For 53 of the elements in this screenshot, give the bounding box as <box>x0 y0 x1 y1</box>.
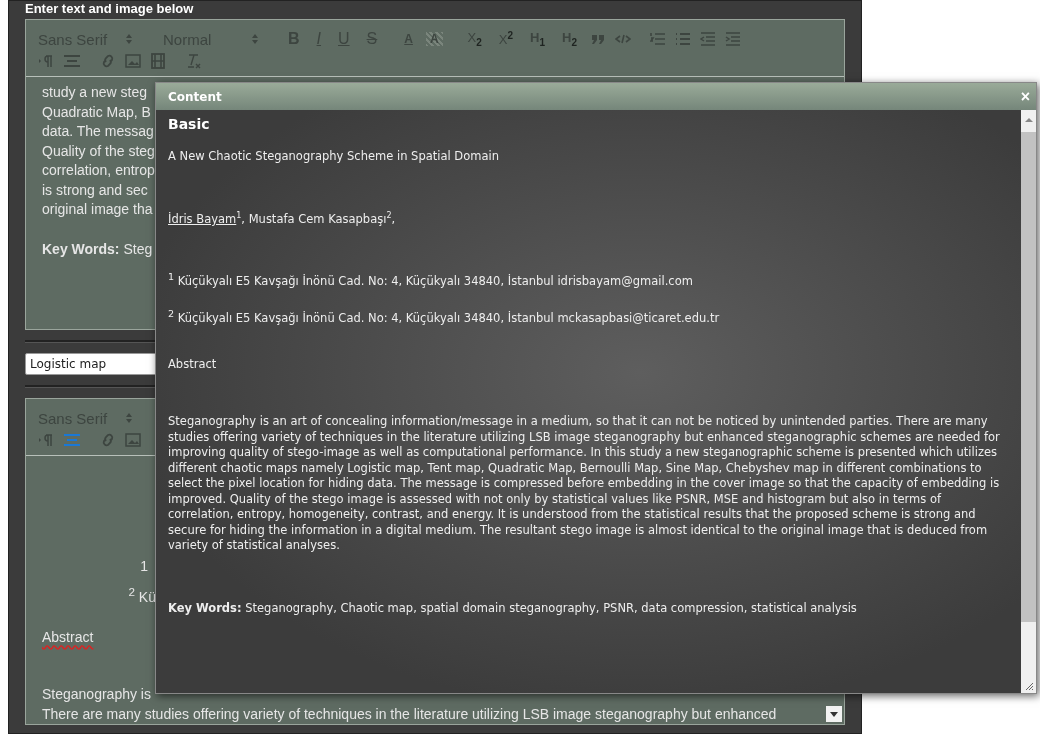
close-button[interactable]: × <box>1020 88 1030 105</box>
misspelled-word: Abstract <box>42 627 95 647</box>
image-icon[interactable] <box>125 54 141 68</box>
align-icon[interactable] <box>63 433 81 447</box>
page-heading: Enter text and image below <box>25 1 195 18</box>
editor-text: data. The messag <box>42 122 155 141</box>
code-icon[interactable] <box>614 33 631 45</box>
affiliation: $^{2}$ Küçükyalı E5 Kavşağı İnönü Cad. No: 4, Küçükyalı 34840, İstanbul mckasapbasi@ticaret.edu.tr <box>168 307 721 327</box>
link-icon[interactable] <box>100 432 116 448</box>
editor-text: 1 <box>139 556 149 576</box>
paper-title: A New Chaotic Steganography Scheme in Spatial Domain <box>168 148 500 164</box>
numbered-list-icon[interactable] <box>649 32 666 46</box>
editor-text: original image tha <box>42 200 154 219</box>
author-link[interactable]: İdris Bayam <box>168 211 237 226</box>
clear-format-icon[interactable] <box>185 53 201 69</box>
outdent-icon[interactable] <box>699 32 716 46</box>
scroll-up-icon[interactable] <box>1023 116 1034 124</box>
editor-text: is strong and sec <box>42 180 149 200</box>
abstract-text: Steganography is an art of concealing information/message in a medium, so that it can not be noticed by unintended parties. There are many studies offering variety of techniques in the literature utilizing LSB image steganography but enhanced steganographic schemes are needed for improving quality of stego-image as well as computational performance. In this study a new steganographic scheme is presented which utilizes different chaotic maps namely Logistic map, Tent map, Quadratic Map, Bernoulli Map, Sine Map, Chebyshev map in different combinations to select the pixel location for hiding data. The message is compressed before embedding in the cover image so that the capacity of embedding is improved. Quality of the stego image is assessed with not only by statistical values like PSNR, MSE and histogram but also in terms of correlation, entropy, homogeneity, contrast, and energy. It is understood from the statistical results that the proposed scheme is strong and secure for hiding the information in a digital medium. The resultant stego image is almost identical to the original image that is deduced from variety of statistical analyses. <box>168 414 1001 554</box>
scrollbar[interactable] <box>1021 110 1036 693</box>
link-icon[interactable] <box>100 53 116 69</box>
scroll-down-icon[interactable] <box>826 706 842 722</box>
quote-icon[interactable] <box>589 33 606 45</box>
editor-text: correlation, entrop <box>42 161 156 180</box>
separator: , <box>241 211 246 226</box>
editor-text: Quality of the steg <box>42 141 156 161</box>
footnote-mark: 2 <box>386 211 392 220</box>
sort-arrows-icon <box>125 33 134 45</box>
indent-icon[interactable] <box>724 32 741 46</box>
abstract-heading: Abstract <box>168 356 218 373</box>
footnote-mark: 1 <box>236 211 242 220</box>
resize-grip-icon[interactable] <box>1024 681 1034 691</box>
separator: , <box>391 211 396 226</box>
film-icon[interactable] <box>150 53 166 69</box>
editor-text: $^{2}$ Kü <box>127 584 156 607</box>
editor-text: Steganography is <box>42 685 152 704</box>
editor-text: Key Words: Steg <box>42 239 154 259</box>
image-icon[interactable] <box>125 433 141 447</box>
keywords-text: Key Words: Steganography, Chaotic map, spatial domain steganography, PSNR, data compression, statistical analysis <box>168 600 858 616</box>
background-tool[interactable]: A <box>425 32 443 46</box>
editor-text: There are many studies offering variety of techniques in the literature utilizing LSB image steganography but enhanced <box>42 704 778 724</box>
editor-text: study a new steg <box>42 83 149 102</box>
align-icon[interactable] <box>63 54 81 68</box>
bullet-list-icon[interactable] <box>674 32 691 46</box>
sort-arrows-icon <box>251 33 260 45</box>
author-name: Mustafa Cem Kasapbaşı <box>248 211 387 226</box>
paragraph-icon[interactable] <box>38 54 54 68</box>
dialog-title: Content <box>168 89 222 104</box>
affiliation: $^{1}$ Küçükyalı E5 Kavşağı İnönü Cad. No: 4, Küçükyalı 34840, İstanbul idrisbayam@gmail.com <box>168 269 694 289</box>
paragraph-icon[interactable] <box>38 433 54 447</box>
section-title: Basic <box>168 116 211 132</box>
sort-arrows-icon <box>125 412 134 424</box>
editor-text: Quadratic Map, B <box>42 102 152 122</box>
